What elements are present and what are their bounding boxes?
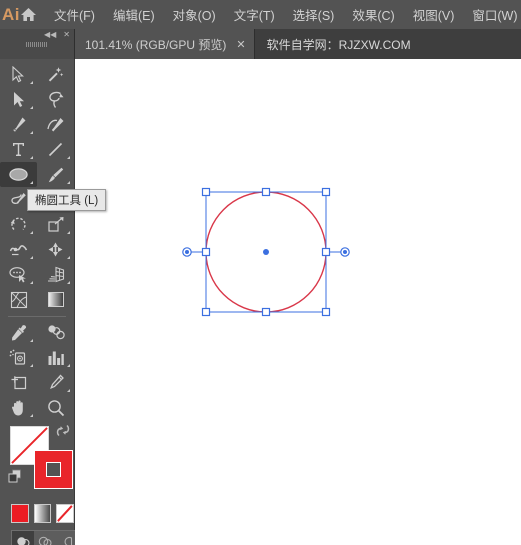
illustrator-window: Ai 文件(F) 编辑(E) 对象(O) 文字(T) 选择(S) 效果(C) 视…: [0, 0, 521, 545]
flyout-indicator-icon: [30, 414, 33, 417]
right-corner-widget[interactable]: [340, 247, 350, 257]
flyout-indicator-icon: [67, 389, 70, 392]
symbol-sprayer-tool[interactable]: [0, 345, 37, 370]
flyout-indicator-icon: [30, 156, 33, 159]
curvature-tool[interactable]: [37, 112, 74, 137]
gradient-swatch[interactable]: [33, 504, 52, 523]
handle-middle-right[interactable]: [321, 247, 331, 257]
app-logo: Ai: [2, 4, 20, 24]
line-segment-tool[interactable]: [37, 137, 74, 162]
draw-mode-group: [11, 530, 80, 545]
mesh-tool[interactable]: [0, 287, 37, 312]
panel-controls: ◀◀ ✕: [44, 30, 70, 39]
selection-tool[interactable]: [0, 62, 37, 87]
stroke-swatch-inner: [46, 462, 61, 477]
close-document-icon[interactable]: ✕: [236, 38, 245, 51]
free-transform-tool[interactable]: [37, 237, 74, 262]
zoom-tool[interactable]: [37, 395, 74, 420]
scale-tool[interactable]: [37, 212, 74, 237]
close-panel-icon[interactable]: ✕: [63, 30, 70, 39]
site-watermark-label: 软件自学网：RJZXW.COM: [266, 37, 411, 52]
slice-tool[interactable]: [37, 370, 74, 395]
flyout-indicator-icon: [30, 231, 33, 234]
stroke-swatch[interactable]: [34, 450, 73, 489]
draw-behind-mode[interactable]: [34, 531, 56, 545]
menu-file[interactable]: 文件(F): [45, 2, 104, 27]
flyout-indicator-icon: [30, 339, 33, 342]
menu-effect[interactable]: 效果(C): [343, 2, 403, 27]
none-slash-icon: [57, 505, 73, 522]
gradient-tool[interactable]: [37, 287, 74, 312]
tool-grid: [0, 59, 74, 420]
document-canvas[interactable]: [75, 59, 521, 545]
hand-tool[interactable]: [0, 395, 37, 420]
center-anchor-point[interactable]: [263, 249, 269, 255]
flyout-indicator-icon: [67, 364, 70, 367]
handle-bottom-right[interactable]: [321, 307, 331, 317]
artboard-tool[interactable]: [0, 370, 37, 395]
flyout-indicator-icon: [67, 181, 70, 184]
menu-type[interactable]: 文字(T): [225, 2, 284, 27]
fill-stroke-controls: [0, 422, 74, 500]
color-mode-swatches: [0, 500, 75, 523]
menu-window[interactable]: 窗口(W): [463, 2, 521, 27]
home-icon[interactable]: [20, 7, 37, 22]
left-corner-widget[interactable]: [182, 247, 192, 257]
perspective-grid-tool[interactable]: [37, 262, 74, 287]
flyout-indicator-icon: [30, 131, 33, 134]
flyout-indicator-icon: [67, 281, 70, 284]
flyout-indicator-icon: [67, 256, 70, 259]
menu-edit[interactable]: 编辑(E): [104, 2, 164, 27]
paintbrush-tool[interactable]: [37, 162, 74, 187]
default-fill-stroke-icon[interactable]: [8, 469, 22, 488]
handle-top-center[interactable]: [261, 187, 271, 197]
menu-select[interactable]: 选择(S): [284, 2, 344, 27]
menu-object[interactable]: 对象(O): [164, 2, 225, 27]
tool-separator: [8, 316, 66, 317]
flyout-indicator-icon: [67, 156, 70, 159]
rotate-tool[interactable]: [0, 212, 37, 237]
flyout-indicator-icon: [30, 364, 33, 367]
panel-drag-handle[interactable]: [26, 42, 48, 47]
tools-panel: [0, 59, 80, 545]
artwork-layer: [182, 187, 350, 317]
flyout-indicator-icon: [30, 181, 33, 184]
direct-selection-tool[interactable]: [0, 87, 37, 112]
width-tool[interactable]: [0, 237, 37, 262]
blend-tool[interactable]: [37, 320, 74, 345]
lasso-tool[interactable]: [37, 87, 74, 112]
flyout-indicator-icon: [30, 81, 33, 84]
shape-builder-tool[interactable]: [0, 262, 37, 287]
document-tab[interactable]: 101.41% (RGB/GPU 预览) ✕: [75, 29, 255, 59]
handle-bottom-left[interactable]: [201, 307, 211, 317]
pen-tool[interactable]: [0, 112, 37, 137]
collapse-panel-icon[interactable]: ◀◀: [44, 30, 56, 39]
column-graph-tool[interactable]: [37, 345, 74, 370]
color-swatch[interactable]: [11, 504, 29, 523]
handle-bottom-center[interactable]: [261, 307, 271, 317]
menu-view[interactable]: 视图(V): [404, 2, 464, 27]
menu-item-list: 文件(F) 编辑(E) 对象(O) 文字(T) 选择(S) 效果(C) 视图(V…: [45, 2, 521, 27]
document-tab-label: 101.41% (RGB/GPU 预览): [85, 37, 227, 52]
eyedropper-tool[interactable]: [0, 320, 37, 345]
handle-middle-left[interactable]: [201, 247, 211, 257]
ellipse-tool[interactable]: [0, 162, 37, 187]
none-swatch[interactable]: [56, 504, 75, 523]
menu-bar: Ai 文件(F) 编辑(E) 对象(O) 文字(T) 选择(S) 效果(C) 视…: [0, 0, 521, 29]
swap-fill-stroke-icon[interactable]: [56, 424, 70, 442]
flyout-indicator-icon: [30, 281, 33, 284]
site-watermark-tab: 软件自学网：RJZXW.COM: [254, 29, 423, 59]
flyout-indicator-icon: [30, 256, 33, 259]
document-tab-bar: ◀◀ ✕ 101.41% (RGB/GPU 预览) ✕ 软件自学网：RJZXW.…: [0, 29, 521, 59]
draw-normal-mode[interactable]: [12, 531, 35, 545]
handle-top-right[interactable]: [321, 187, 331, 197]
flyout-indicator-icon: [30, 106, 33, 109]
magic-wand-tool[interactable]: [37, 62, 74, 87]
type-tool[interactable]: [0, 137, 37, 162]
flyout-indicator-icon: [67, 231, 70, 234]
handle-top-left[interactable]: [201, 187, 211, 197]
toolbar-panel-header: ◀◀ ✕: [0, 29, 75, 59]
tool-tooltip: 椭圆工具 (L): [27, 189, 107, 211]
